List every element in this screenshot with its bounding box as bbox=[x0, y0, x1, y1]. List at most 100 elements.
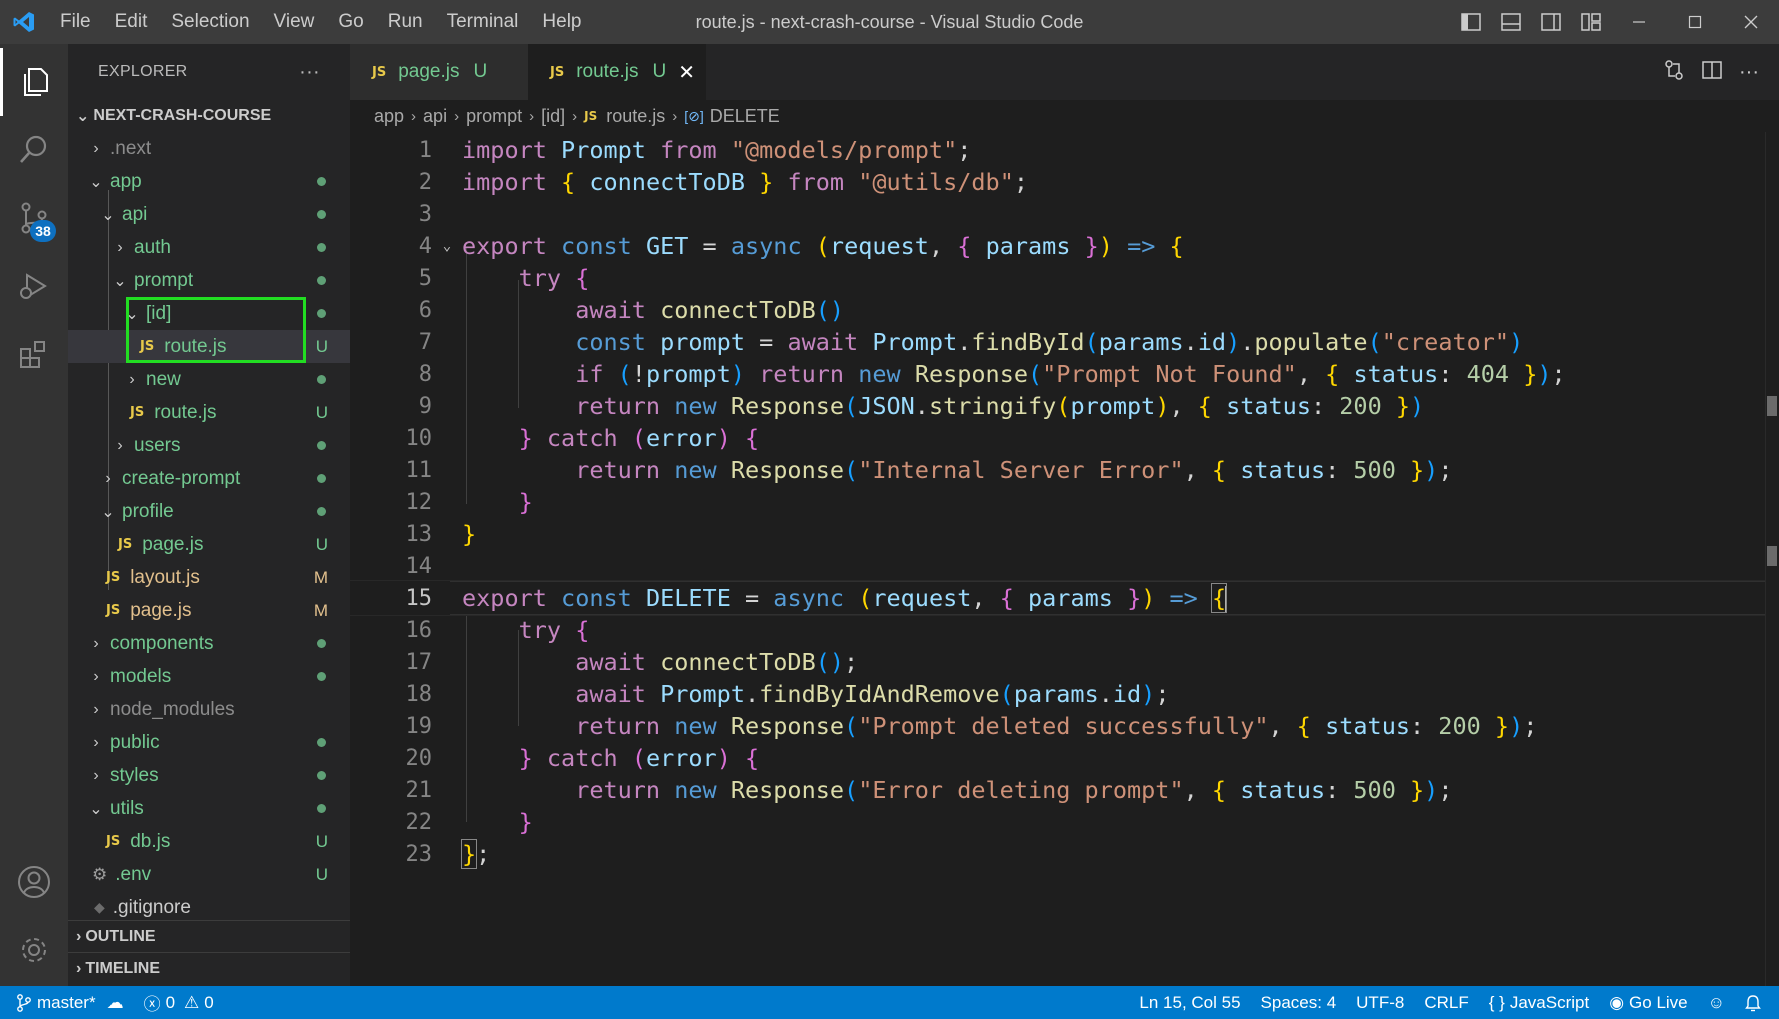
chevron-right-icon: › bbox=[93, 700, 99, 718]
end-of-line[interactable]: CRLF bbox=[1414, 993, 1478, 1013]
chevron-down-icon: ⌄ bbox=[89, 173, 103, 191]
chevron-right-icon: › bbox=[672, 107, 678, 125]
line-number: 12 bbox=[405, 489, 433, 515]
encoding[interactable]: UTF-8 bbox=[1346, 993, 1414, 1013]
account-icon[interactable] bbox=[0, 848, 68, 916]
fold-chevron-icon[interactable]: ⌄ bbox=[432, 238, 462, 254]
source-control-icon[interactable]: 38 bbox=[0, 184, 68, 252]
problems-indicator[interactable]: ⓧ 0 ⚠ 0 bbox=[134, 990, 224, 1015]
manage-gear-icon[interactable] bbox=[0, 916, 68, 984]
tab-git-status: U bbox=[473, 61, 488, 82]
javascript-file-icon: JS bbox=[106, 834, 121, 849]
warning-icon: ⚠ bbox=[184, 992, 200, 1012]
outline-section[interactable]: › OUTLINE bbox=[68, 920, 350, 952]
split-editor-icon[interactable] bbox=[1701, 59, 1723, 86]
tree-item-prompt-route-js[interactable]: JS route.js U bbox=[68, 396, 350, 429]
code-editor[interactable]: 1 import Prompt from "@models/prompt"; 2… bbox=[350, 132, 1779, 986]
chevron-right-icon: › bbox=[76, 927, 82, 945]
tree-item-api[interactable]: ⌄ api bbox=[68, 198, 350, 231]
menu-edit[interactable]: Edit bbox=[103, 11, 160, 33]
tree-item-label: .gitignore bbox=[112, 896, 191, 918]
code-text: const prompt = await Prompt.findById(par… bbox=[575, 328, 1524, 356]
tree-item-public[interactable]: › public bbox=[68, 726, 350, 759]
cursor-position[interactable]: Ln 15, Col 55 bbox=[1129, 993, 1250, 1013]
tree-item-new[interactable]: › new bbox=[68, 363, 350, 396]
breadcrumb-delete[interactable]: DELETE bbox=[710, 106, 780, 127]
branch-indicator[interactable]: master* ☁ bbox=[0, 993, 134, 1013]
extensions-icon[interactable] bbox=[0, 320, 68, 388]
feedback-icon[interactable]: ☺ bbox=[1698, 993, 1735, 1013]
open-changes-icon[interactable] bbox=[1663, 59, 1685, 86]
menu-terminal[interactable]: Terminal bbox=[435, 11, 531, 33]
customize-layout-icon[interactable] bbox=[1571, 0, 1611, 44]
close-tab-icon[interactable]: ✕ bbox=[678, 60, 695, 85]
tree-item-id-folder[interactable]: ⌄ [id] bbox=[68, 297, 350, 330]
tree-item-label: prompt bbox=[134, 269, 194, 291]
javascript-file-icon: JS bbox=[140, 339, 155, 354]
explorer-files-icon[interactable] bbox=[0, 48, 68, 116]
tree-item-app[interactable]: ⌄ app bbox=[68, 165, 350, 198]
branch-name: master* bbox=[37, 992, 96, 1012]
toggle-panel-icon[interactable] bbox=[1491, 0, 1531, 44]
tree-item-profile-page-js[interactable]: JS page.js U bbox=[68, 528, 350, 561]
tab-route-js[interactable]: JS route.js U ✕ bbox=[528, 44, 706, 100]
tree-item-layout-js[interactable]: JS layout.js M bbox=[68, 561, 350, 594]
tree-item-prompt[interactable]: ⌄ prompt bbox=[68, 264, 350, 297]
tree-item-label: components bbox=[110, 632, 214, 654]
tree-item-create-prompt[interactable]: › create-prompt bbox=[68, 462, 350, 495]
tree-item-node-modules[interactable]: › node_modules bbox=[68, 693, 350, 726]
code-line: 6 await connectToDB() bbox=[350, 292, 1779, 328]
breadcrumb-id[interactable]: [id] bbox=[541, 106, 565, 127]
tree-item-profile[interactable]: ⌄ profile bbox=[68, 495, 350, 528]
menu-help[interactable]: Help bbox=[530, 11, 593, 33]
breadcrumb-route-js[interactable]: route.js bbox=[606, 106, 665, 127]
run-debug-icon[interactable] bbox=[0, 252, 68, 320]
indentation[interactable]: Spaces: 4 bbox=[1251, 993, 1347, 1013]
tree-item-components[interactable]: › components bbox=[68, 627, 350, 660]
tree-item-users[interactable]: › users bbox=[68, 429, 350, 462]
search-icon[interactable] bbox=[0, 116, 68, 184]
tree-item-auth[interactable]: › auth bbox=[68, 231, 350, 264]
toggle-secondary-sidebar-icon[interactable] bbox=[1531, 0, 1571, 44]
notifications-bell-icon[interactable] bbox=[1735, 994, 1779, 1012]
tree-item-utils[interactable]: ⌄ utils bbox=[68, 792, 350, 825]
tree-item-next[interactable]: › .next bbox=[68, 132, 350, 165]
breadcrumb-app[interactable]: app bbox=[374, 106, 404, 127]
timeline-section[interactable]: › TIMELINE bbox=[68, 952, 350, 984]
git-status-badge: M bbox=[313, 567, 328, 587]
tree-item-label: profile bbox=[122, 500, 174, 522]
code-text: await connectToDB(); bbox=[575, 648, 859, 676]
menu-view[interactable]: View bbox=[262, 11, 327, 33]
menu-file[interactable]: File bbox=[48, 11, 103, 33]
maximize-icon[interactable] bbox=[1667, 0, 1723, 44]
chevron-down-icon: ⌄ bbox=[101, 503, 115, 521]
vertical-scrollbar[interactable] bbox=[1765, 132, 1779, 986]
error-count: 0 bbox=[165, 992, 176, 1012]
more-actions-icon[interactable]: ··· bbox=[1739, 61, 1759, 84]
close-window-icon[interactable] bbox=[1723, 0, 1779, 44]
menu-selection[interactable]: Selection bbox=[159, 11, 261, 33]
tree-item-id-route-js[interactable]: JS route.js U bbox=[68, 330, 350, 363]
tab-page-js[interactable]: JS page.js U bbox=[350, 44, 528, 100]
chevron-right-icon: › bbox=[117, 436, 123, 454]
menu-run[interactable]: Run bbox=[376, 11, 435, 33]
breadcrumb-api[interactable]: api bbox=[423, 106, 447, 127]
tree-item-label: api bbox=[122, 203, 148, 225]
go-live-button[interactable]: ◉ Go Live bbox=[1599, 993, 1697, 1013]
line-number: 2 bbox=[418, 169, 432, 195]
toggle-primary-sidebar-icon[interactable] bbox=[1451, 0, 1491, 44]
git-status-dot bbox=[317, 441, 326, 450]
tree-item-models[interactable]: › models bbox=[68, 660, 350, 693]
tree-item-db-js[interactable]: JS db.js U bbox=[68, 825, 350, 858]
explorer-more-actions-icon[interactable]: ··· bbox=[299, 61, 320, 84]
breadcrumb-prompt[interactable]: prompt bbox=[466, 106, 522, 127]
minimize-icon[interactable] bbox=[1611, 0, 1667, 44]
tree-item-styles[interactable]: › styles bbox=[68, 759, 350, 792]
project-folder-header[interactable]: ⌄ NEXT-CRASH-COURSE bbox=[68, 100, 350, 132]
chevron-right-icon: › bbox=[93, 667, 99, 685]
language-mode[interactable]: { } JavaScript bbox=[1479, 993, 1599, 1013]
code-text: return new Response("Prompt deleted succ… bbox=[575, 712, 1538, 740]
tree-item-env[interactable]: ⚙ .env U bbox=[68, 858, 350, 891]
tree-item-app-page-js[interactable]: JS page.js M bbox=[68, 594, 350, 627]
menu-go[interactable]: Go bbox=[326, 11, 375, 33]
